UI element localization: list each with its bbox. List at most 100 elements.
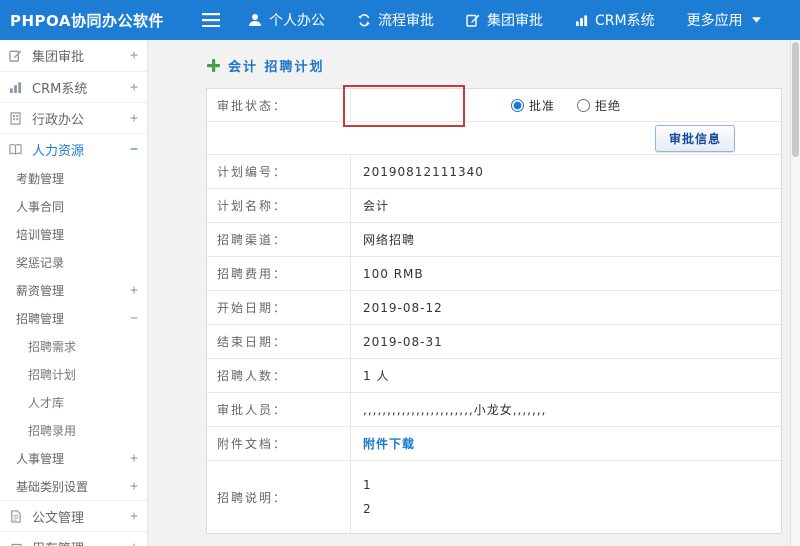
description-line: 1 (363, 478, 372, 492)
status-option-reject[interactable]: 拒绝 (577, 97, 621, 114)
sidebar-item-11[interactable]: 招聘计划 (0, 360, 147, 388)
sidebar-item-7[interactable]: 奖惩记录 (0, 248, 147, 276)
sidebar-item-label: 培训管理 (16, 227, 65, 242)
field-value: 12 (351, 461, 781, 533)
sidebar-item-label: 人才库 (28, 395, 65, 410)
field-row: 招聘说明： 1 2 (207, 461, 781, 533)
field-label: 招聘费用： (207, 257, 351, 290)
sidebar-item-10[interactable]: 招聘需求 (0, 332, 147, 360)
sidebar-item-3[interactable]: 人力资源 − (0, 133, 147, 164)
approval-icon (466, 13, 480, 27)
top-nav-label: 更多应用 (686, 13, 743, 29)
sidebar-item-8[interactable]: 薪资管理 + (0, 276, 147, 304)
sidebar-item-label: 招聘计划 (28, 367, 77, 382)
sidebar-item-16[interactable]: 公文管理 + (0, 500, 147, 531)
top-nav-item-crm-system[interactable]: CRM系统 (559, 0, 671, 40)
hamburger-menu-icon (202, 13, 220, 27)
expand-icon[interactable]: + (130, 80, 138, 95)
edit-icon (9, 49, 26, 62)
field-label: 计划名称： (207, 189, 351, 222)
sidebar-item-label: 招聘需求 (28, 339, 77, 354)
field-label: 结束日期： (207, 325, 351, 358)
top-nav-item-personal-office[interactable]: 个人办公 (232, 0, 341, 40)
top-nav: 个人办公 流程审批 集团审批 CRM系统 更多应用 (232, 0, 777, 40)
sidebar-item-13[interactable]: 招聘录用 (0, 416, 147, 444)
page-title: 会计 招聘计划 (206, 54, 782, 76)
sidebar-item-6[interactable]: 培训管理 (0, 220, 147, 248)
status-option-label: 批准 (528, 98, 555, 113)
field-value: 附件下载 (351, 427, 781, 460)
vertical-scrollbar[interactable] (790, 40, 800, 546)
sidebar-item-label: CRM系统 (32, 81, 88, 97)
chart-icon (575, 14, 588, 27)
expand-icon[interactable]: + (130, 509, 138, 524)
expand-icon[interactable]: + (130, 283, 138, 298)
book-icon (9, 143, 26, 156)
sidebar-item-label: 招聘录用 (28, 423, 77, 438)
status-label: 审批状态： (207, 89, 351, 121)
sidebar-item-label: 人事管理 (16, 451, 65, 466)
expand-icon[interactable]: + (130, 48, 138, 63)
sidebar-item-label: 基础类别设置 (16, 479, 89, 494)
status-option-approve[interactable]: 批准 (510, 97, 555, 114)
top-nav-label: 个人办公 (269, 13, 325, 29)
sidebar-item-4[interactable]: 考勤管理 (0, 164, 147, 192)
expand-icon[interactable]: + (130, 540, 138, 546)
person-icon (248, 13, 262, 27)
field-value: 2019-08-12 (363, 300, 443, 315)
sidebar-item-label: 集团审批 (32, 50, 85, 65)
top-nav-label: 流程审批 (378, 13, 434, 29)
main-layout: 集团审批 + CRM系统 + 行政办公 + 人力资源 − 考勤管理人事合同培训管理奖惩记录薪资管… (0, 40, 800, 546)
sidebar-item-14[interactable]: 人事管理 + (0, 444, 147, 472)
main-content: 会计 招聘计划 审批状态： 批准 拒绝 审批信息 计划编号： 20190812111… (148, 40, 790, 546)
status-radio-group: 批准 拒绝 (351, 89, 781, 121)
field-row: 附件文档： 附件下载 (207, 427, 781, 461)
sidebar-item-0[interactable]: 集团审批 + (0, 40, 147, 71)
sidebar-item-9[interactable]: 招聘管理 − (0, 304, 147, 332)
field-value: 1 人 (363, 369, 390, 383)
chart-icon (9, 81, 26, 94)
attachment-download-link[interactable]: 附件下载 (363, 435, 769, 452)
field-label: 计划编号： (207, 155, 351, 188)
field-value: 会计 (363, 199, 390, 213)
add-plus-icon (206, 58, 221, 73)
field-label: 审批人员： (207, 393, 351, 426)
expand-icon[interactable]: + (130, 111, 138, 126)
status-radio-reject[interactable] (577, 98, 590, 112)
process-icon (357, 13, 371, 27)
status-row: 审批状态： 批准 拒绝 (207, 89, 781, 122)
sidebar-item-label: 招聘管理 (16, 311, 65, 326)
field-row: 计划名称： 会计 (207, 189, 781, 223)
menu-toggle-button[interactable] (190, 0, 232, 40)
top-nav-item-more-apps[interactable]: 更多应用 (671, 0, 777, 40)
status-radio-approve[interactable] (510, 98, 524, 112)
scrollbar-thumb[interactable] (792, 42, 799, 157)
expand-icon[interactable]: + (130, 451, 138, 466)
top-nav-label: CRM系统 (595, 13, 655, 29)
sidebar-item-17[interactable]: 用车管理 + (0, 531, 147, 546)
collapse-icon[interactable]: − (130, 142, 138, 157)
sidebar-item-2[interactable]: 行政办公 + (0, 102, 147, 133)
description-line: 2 (363, 502, 372, 516)
sidebar-item-label: 奖惩记录 (16, 255, 65, 270)
field-label: 招聘人数： (207, 359, 351, 392)
field-value: 2019-08-31 (363, 334, 443, 349)
button-row: 审批信息 (207, 122, 781, 155)
top-nav-item-group-approval[interactable]: 集团审批 (450, 0, 559, 40)
sidebar-item-label: 用车管理 (32, 538, 84, 546)
sidebar-item-label: 人事合同 (16, 199, 65, 214)
sidebar-item-1[interactable]: CRM系统 + (0, 71, 147, 102)
collapse-icon[interactable]: − (130, 311, 138, 326)
field-row: 招聘费用： 100 RMB (207, 257, 781, 291)
sidebar-item-12[interactable]: 人才库 (0, 388, 147, 416)
field-value: 网络招聘 (363, 233, 416, 247)
sidebar-item-5[interactable]: 人事合同 (0, 192, 147, 220)
field-row: 招聘渠道： 网络招聘 (207, 223, 781, 257)
approval-info-button[interactable]: 审批信息 (654, 124, 735, 152)
field-label: 开始日期： (207, 291, 351, 324)
sidebar-item-label: 人力资源 (32, 143, 85, 159)
expand-icon[interactable]: + (130, 479, 138, 494)
sidebar-item-15[interactable]: 基础类别设置 + (0, 472, 147, 500)
top-nav-item-process-approval[interactable]: 流程审批 (341, 0, 450, 40)
sidebar-item-label: 行政办公 (32, 112, 85, 128)
